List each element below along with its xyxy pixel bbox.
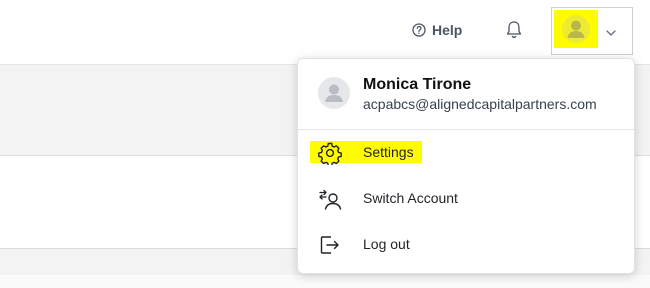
user-dropdown-menu: Monica Tirone acpabcs@alignedcapitalpart…	[297, 58, 635, 274]
menu-item-switch-account[interactable]: Switch Account	[298, 177, 634, 221]
gear-icon	[318, 141, 342, 167]
logout-icon	[318, 233, 342, 257]
help-label: Help	[432, 22, 463, 38]
menu-item-label: Log out	[363, 236, 410, 252]
menu-item-label: Switch Account	[363, 190, 458, 206]
page-panel-bottom	[0, 275, 650, 288]
chevron-down-icon	[604, 25, 618, 36]
account-menu-button[interactable]	[551, 7, 633, 55]
menu-item-label: Settings	[363, 144, 414, 160]
top-header: Help	[0, 0, 650, 65]
menu-item-log-out[interactable]: Log out	[298, 223, 634, 267]
user-avatar-icon	[561, 14, 591, 44]
help-circle-icon	[412, 23, 426, 37]
user-name: Monica Tirone	[363, 76, 472, 93]
bell-icon[interactable]	[504, 19, 524, 41]
user-email: acpabcs@alignedcapitalpartners.com	[363, 96, 597, 112]
avatar	[318, 77, 350, 109]
menu-item-settings[interactable]: Settings	[298, 131, 634, 175]
switch-account-icon	[318, 187, 342, 211]
help-button[interactable]: Help	[412, 20, 462, 40]
user-info: Monica Tirone acpabcs@alignedcapitalpart…	[298, 59, 634, 130]
